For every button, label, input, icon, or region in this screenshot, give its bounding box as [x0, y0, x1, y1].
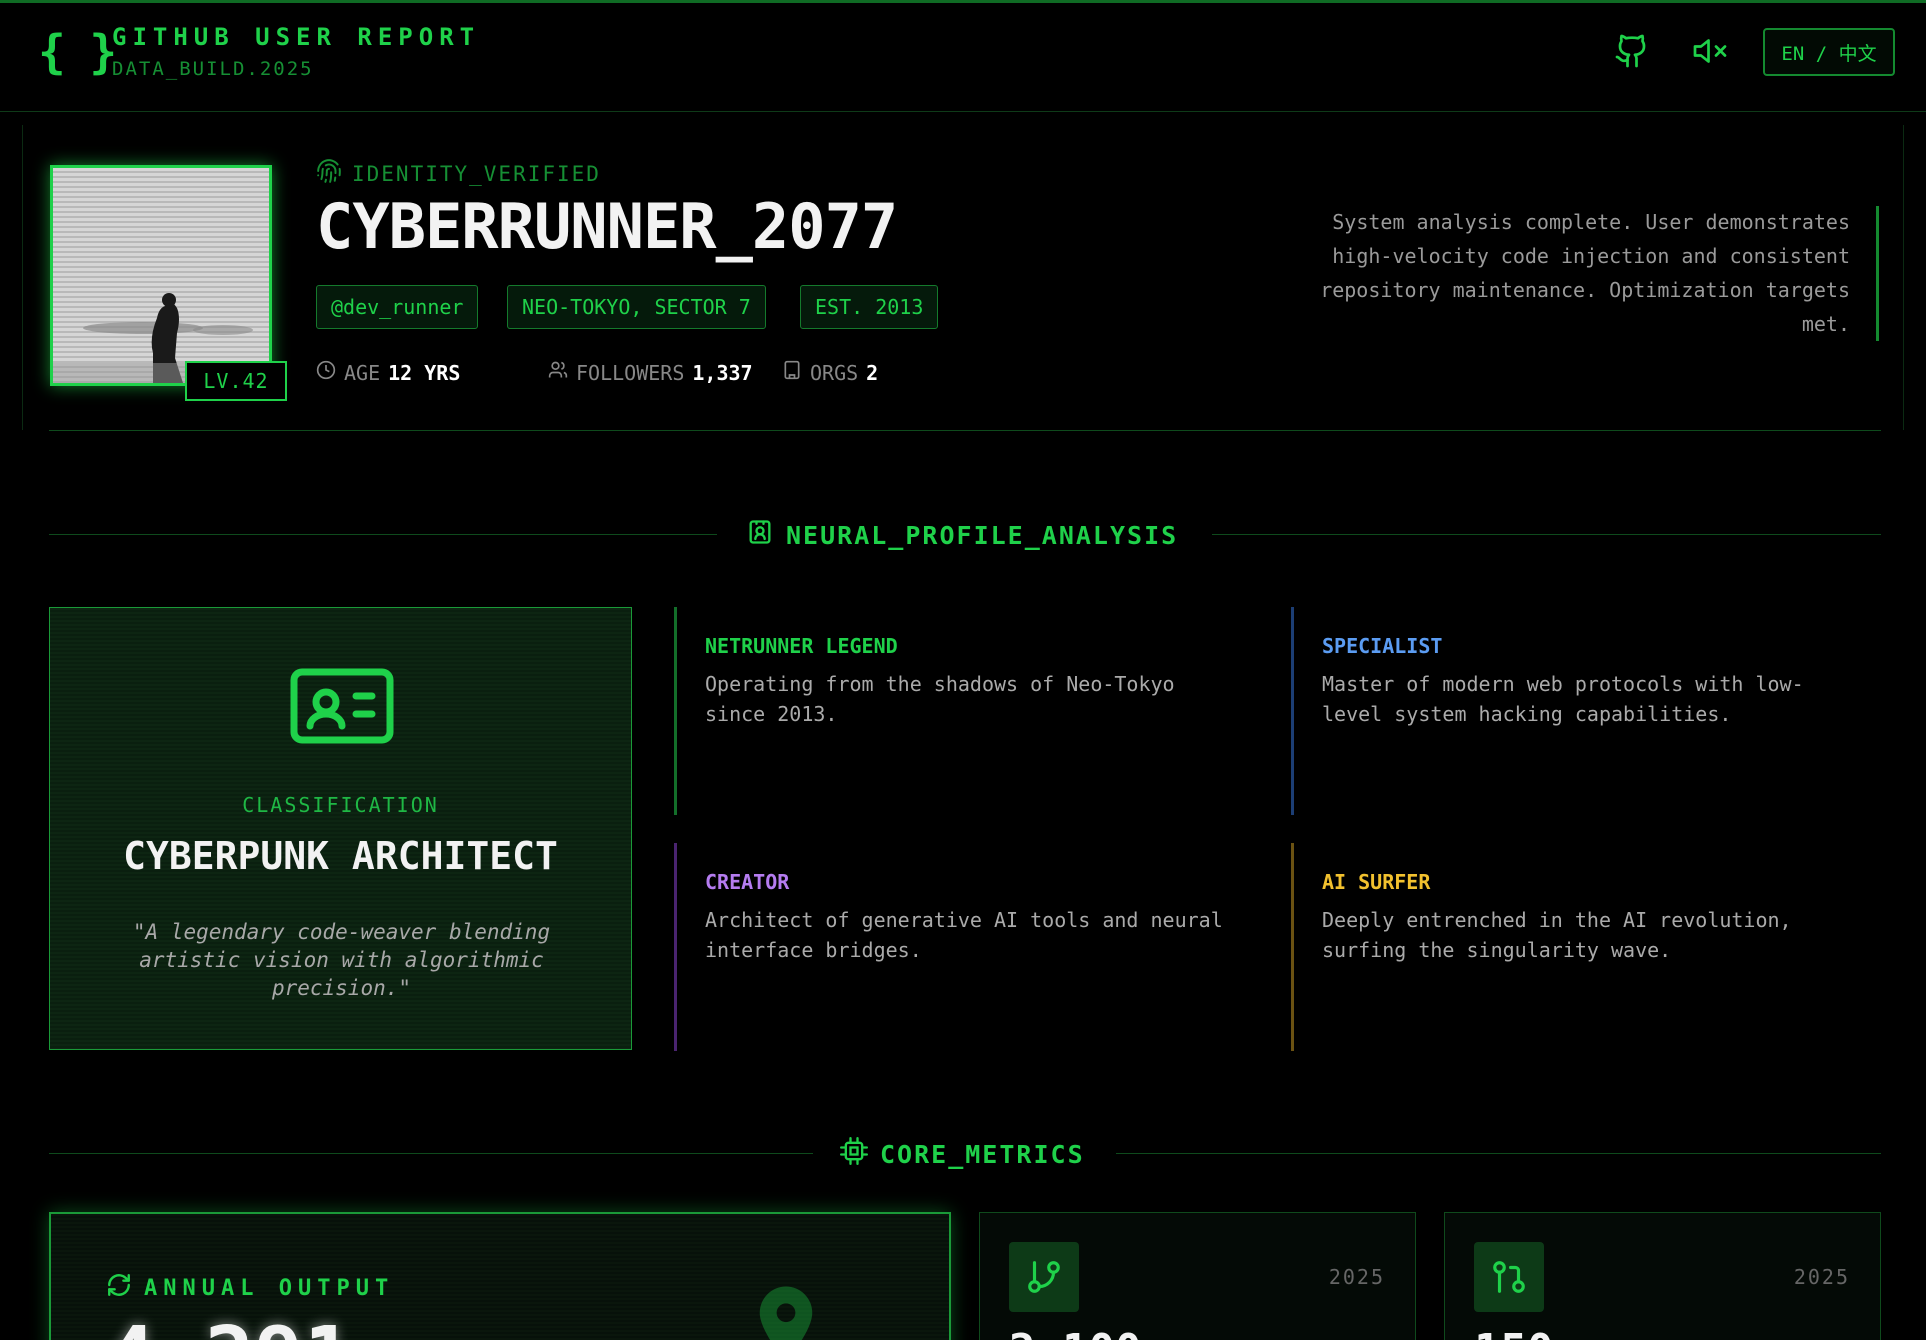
- age-value: 12 YRS: [388, 360, 461, 385]
- building-icon: [782, 360, 802, 385]
- app-header: { } GITHUB USER REPORT DATA_BUILD.2025 E…: [0, 3, 1926, 112]
- level-badge: LV.42: [185, 361, 287, 401]
- section-rule-left: [49, 534, 717, 535]
- language-toggle-button[interactable]: EN / 中文: [1763, 28, 1895, 76]
- trait-accent-bar: [674, 607, 677, 815]
- clock-icon: [316, 360, 336, 385]
- trait-accent-bar: [1291, 843, 1294, 1051]
- section-rule-left: [49, 1153, 813, 1154]
- id-card-icon: [290, 668, 394, 744]
- metric-value: 150: [1474, 1325, 1553, 1340]
- section-rule-right: [1212, 534, 1881, 535]
- metric-card-pull-requests: 2025 150: [1444, 1212, 1881, 1340]
- trait-title: SPECIALIST: [1322, 634, 1443, 658]
- contact-card-icon: [746, 518, 774, 552]
- annual-output-value: 4,291: [106, 1310, 353, 1340]
- app-subtitle: DATA_BUILD.2025: [112, 58, 314, 80]
- analysis-summary: System analysis complete. User demonstra…: [1320, 210, 1850, 336]
- stat-orgs: ORGS 2: [782, 360, 878, 385]
- stat-followers: FOLLOWERS 1,337: [548, 360, 753, 385]
- trait-accent-bar: [1291, 607, 1294, 815]
- refresh-icon: [106, 1272, 132, 1304]
- age-label: AGE: [344, 360, 381, 385]
- neural-title-text: NEURAL_PROFILE_ANALYSIS: [786, 520, 1179, 550]
- trait-creator: CREATOR Architect of generative AI tools…: [674, 843, 1234, 1051]
- tag-handle: @dev_runner: [316, 285, 479, 329]
- section-rule-right: [1116, 1153, 1881, 1154]
- users-icon: [548, 360, 568, 385]
- metric-card-commits: 2025 2,100: [979, 1212, 1416, 1340]
- metric-year: 2025: [1793, 1265, 1850, 1289]
- annual-output-card: ANNUAL OUTPUT 4,291: [49, 1212, 951, 1340]
- stat-age: AGE 12 YRS: [316, 360, 460, 385]
- tag-location: NEO-TOKYO, SECTOR 7: [507, 285, 766, 329]
- trait-specialist: SPECIALIST Master of modern web protocol…: [1291, 607, 1851, 815]
- analysis-accent-bar: [1876, 206, 1879, 341]
- classification-card: CLASSIFICATION CYBERPUNK ARCHITECT "A le…: [49, 607, 632, 1050]
- verified-text: IDENTITY_VERIFIED: [352, 161, 601, 186]
- fingerprint-icon: [316, 158, 342, 189]
- trait-description: Master of modern web protocols with low-…: [1322, 672, 1804, 726]
- git-branch-icon: [1009, 1242, 1079, 1312]
- cpu-chip-icon: [840, 1137, 868, 1171]
- username: CYBERRUNNER_2077: [316, 190, 898, 263]
- classification-name: CYBERPUNK ARCHITECT: [123, 834, 558, 878]
- map-pin-icon: [741, 1279, 831, 1340]
- trait-title: CREATOR: [705, 870, 790, 894]
- section-title-neural: NEURAL_PROFILE_ANALYSIS: [746, 518, 1178, 552]
- metric-year: 2025: [1328, 1265, 1385, 1289]
- followers-value: 1,337: [692, 360, 753, 385]
- pull-request-icon: [1474, 1242, 1544, 1312]
- trait-description: Architect of generative AI tools and neu…: [705, 908, 1223, 962]
- app-title: GITHUB USER REPORT: [112, 23, 481, 51]
- trait-title: AI SURFER: [1322, 870, 1431, 894]
- trait-description: Operating from the shadows of Neo-Tokyo …: [705, 672, 1175, 726]
- annual-output-label: ANNUAL OUTPUT: [106, 1272, 394, 1304]
- annual-output-text: ANNUAL OUTPUT: [144, 1275, 395, 1301]
- followers-label: FOLLOWERS: [576, 360, 685, 385]
- avatar: [50, 165, 272, 386]
- speaker-muted-icon[interactable]: [1692, 33, 1728, 69]
- logo-braces: { }: [38, 25, 117, 79]
- orgs-value: 2: [866, 360, 879, 385]
- profile-divider: [49, 430, 1881, 431]
- classification-label: CLASSIFICATION: [242, 793, 439, 817]
- trait-description: Deeply entrenched in the AI revolution, …: [1322, 908, 1792, 962]
- trait-ai-surfer: AI SURFER Deeply entrenched in the AI re…: [1291, 843, 1851, 1051]
- trait-netrunner-legend: NETRUNNER LEGEND Operating from the shad…: [674, 607, 1234, 815]
- classification-quote: "A legendary code-weaver blending artist…: [132, 920, 551, 1000]
- orgs-label: ORGS: [810, 360, 859, 385]
- section-title-metrics: CORE_METRICS: [840, 1137, 1085, 1171]
- identity-verified-label: IDENTITY_VERIFIED: [316, 158, 601, 189]
- metric-value: 2,100: [1009, 1325, 1141, 1340]
- trait-title: NETRUNNER LEGEND: [705, 634, 898, 658]
- metrics-title-text: CORE_METRICS: [880, 1139, 1085, 1169]
- github-icon[interactable]: [1614, 33, 1650, 69]
- tag-established: EST. 2013: [800, 285, 939, 329]
- trait-accent-bar: [674, 843, 677, 1051]
